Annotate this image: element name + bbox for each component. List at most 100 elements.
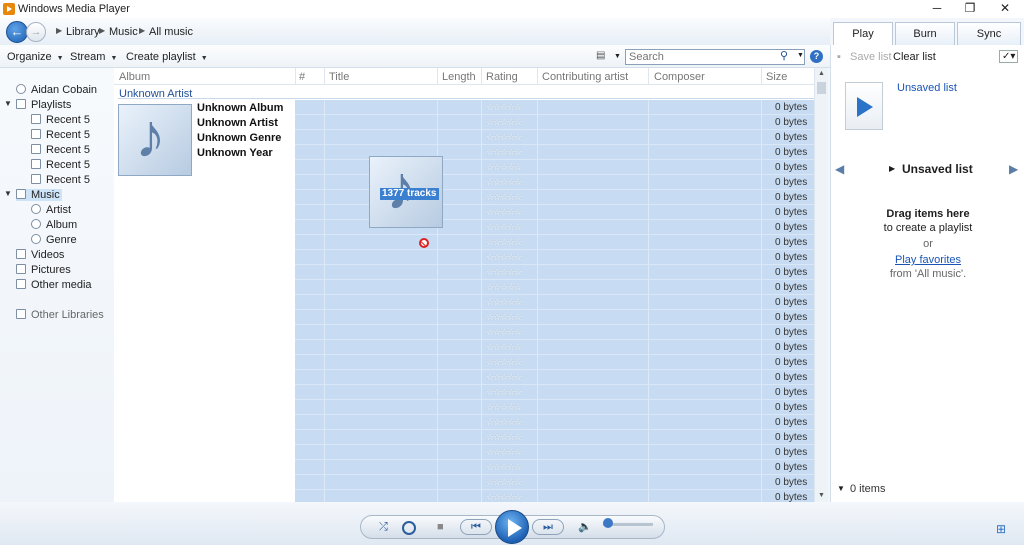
rating-stars[interactable]: ☆☆☆☆☆ bbox=[486, 432, 522, 443]
column-size[interactable]: Size bbox=[766, 71, 787, 83]
forward-button[interactable]: → bbox=[26, 22, 46, 42]
rating-stars[interactable]: ☆☆☆☆☆ bbox=[486, 327, 522, 338]
table-row[interactable]: ☆☆☆☆☆ 0 bytes bbox=[295, 280, 814, 295]
table-row[interactable]: ☆☆☆☆☆ 0 bytes bbox=[295, 475, 814, 490]
table-row[interactable]: ☆☆☆☆☆ 0 bytes bbox=[295, 370, 814, 385]
list-title[interactable]: Unsaved list bbox=[902, 162, 973, 176]
tab-play[interactable]: Play bbox=[833, 22, 893, 46]
rating-stars[interactable]: ☆☆☆☆☆ bbox=[486, 162, 522, 173]
view-options-icon[interactable]: ▤ bbox=[596, 50, 608, 62]
breadcrumb-library[interactable]: Library bbox=[66, 26, 100, 38]
breadcrumb-all-music[interactable]: All music bbox=[149, 26, 193, 38]
rating-stars[interactable]: ☆☆☆☆☆ bbox=[486, 492, 522, 502]
nav-artist[interactable]: Artist bbox=[31, 204, 71, 216]
organize-button[interactable]: Organize ▼ bbox=[7, 51, 64, 63]
clear-list-button[interactable]: Clear list bbox=[893, 51, 936, 63]
rating-stars[interactable]: ☆☆☆☆☆ bbox=[486, 132, 522, 143]
scroll-up-icon[interactable]: ▲ bbox=[818, 70, 825, 77]
table-row[interactable]: ☆☆☆☆☆ 0 bytes bbox=[295, 460, 814, 475]
rating-stars[interactable]: ☆☆☆☆☆ bbox=[486, 282, 522, 293]
table-row[interactable]: ☆☆☆☆☆ 0 bytes bbox=[295, 430, 814, 445]
nav-playlist-recent[interactable]: Recent 5 bbox=[31, 144, 90, 156]
table-row[interactable]: ☆☆☆☆☆ 0 bytes bbox=[295, 310, 814, 325]
unsaved-list-link[interactable]: Unsaved list bbox=[897, 82, 957, 94]
minimize-button[interactable]: ─ bbox=[920, 0, 954, 18]
arrow-right-icon[interactable]: ▶ bbox=[1009, 162, 1018, 176]
list-options-icon[interactable]: ✓▾ bbox=[999, 50, 1019, 63]
arrow-left-icon[interactable]: ◀ bbox=[835, 162, 844, 176]
rating-stars[interactable]: ☆☆☆☆☆ bbox=[486, 402, 522, 413]
column-divider[interactable] bbox=[481, 68, 482, 85]
rating-stars[interactable]: ☆☆☆☆☆ bbox=[486, 372, 522, 383]
rating-stars[interactable]: ☆☆☆☆☆ bbox=[486, 207, 522, 218]
rating-stars[interactable]: ☆☆☆☆☆ bbox=[486, 222, 522, 233]
rating-stars[interactable]: ☆☆☆☆☆ bbox=[486, 147, 522, 158]
nav-album[interactable]: Album bbox=[31, 219, 77, 231]
nav-other-media[interactable]: Other media bbox=[16, 279, 92, 291]
table-row[interactable]: ☆☆☆☆☆ 0 bytes bbox=[295, 340, 814, 355]
play-button[interactable] bbox=[495, 510, 529, 544]
column-divider[interactable] bbox=[437, 68, 438, 85]
column-length[interactable]: Length bbox=[442, 71, 476, 83]
rating-stars[interactable]: ☆☆☆☆☆ bbox=[486, 237, 522, 248]
rating-stars[interactable]: ☆☆☆☆☆ bbox=[486, 357, 522, 368]
table-row[interactable]: ☆☆☆☆☆ 0 bytes bbox=[295, 400, 814, 415]
column-title[interactable]: Title bbox=[329, 71, 349, 83]
rating-stars[interactable]: ☆☆☆☆☆ bbox=[486, 252, 522, 263]
nav-genre[interactable]: Genre bbox=[31, 234, 77, 246]
repeat-icon[interactable] bbox=[402, 521, 416, 535]
nav-playlist-recent[interactable]: Recent 5 bbox=[31, 129, 90, 141]
scroll-thumb[interactable] bbox=[817, 82, 826, 94]
column-divider[interactable] bbox=[537, 68, 538, 85]
chevron-down-icon[interactable]: ▼ bbox=[4, 99, 12, 108]
play-favorites-link[interactable]: Play favorites bbox=[831, 254, 1024, 266]
rating-stars[interactable]: ☆☆☆☆☆ bbox=[486, 342, 522, 353]
rating-stars[interactable]: ☆☆☆☆☆ bbox=[486, 102, 522, 113]
rating-stars[interactable]: ☆☆☆☆☆ bbox=[486, 417, 522, 428]
column-divider[interactable] bbox=[295, 68, 296, 85]
vertical-scrollbar[interactable]: ▲ ▼ bbox=[814, 68, 828, 502]
table-row[interactable]: ☆☆☆☆☆ 0 bytes bbox=[295, 265, 814, 280]
nav-user[interactable]: Aidan Cobain bbox=[16, 84, 97, 96]
nav-music[interactable]: ▼ Music bbox=[4, 189, 62, 201]
rating-stars[interactable]: ☆☆☆☆☆ bbox=[486, 117, 522, 128]
next-icon[interactable]: ⏭ bbox=[532, 519, 564, 535]
stream-button[interactable]: Stream ▼ bbox=[70, 51, 117, 63]
table-row[interactable]: ☆☆☆☆☆ 0 bytes bbox=[295, 115, 814, 130]
nav-playlists[interactable]: ▼ Playlists bbox=[4, 99, 71, 111]
column-number[interactable]: # bbox=[299, 71, 305, 83]
breadcrumb-music[interactable]: Music bbox=[109, 26, 138, 38]
nav-pictures[interactable]: Pictures bbox=[16, 264, 71, 276]
create-playlist-button[interactable]: Create playlist ▼ bbox=[126, 51, 208, 63]
tab-sync[interactable]: Sync bbox=[957, 22, 1021, 45]
chevron-down-icon[interactable]: ▼ bbox=[837, 484, 845, 493]
table-row[interactable]: ☆☆☆☆☆ 0 bytes bbox=[295, 100, 814, 115]
rating-stars[interactable]: ☆☆☆☆☆ bbox=[486, 387, 522, 398]
rating-stars[interactable]: ☆☆☆☆☆ bbox=[486, 267, 522, 278]
chevron-down-icon[interactable]: ▼ bbox=[797, 52, 804, 59]
rating-stars[interactable]: ☆☆☆☆☆ bbox=[486, 447, 522, 458]
back-button[interactable]: ← bbox=[6, 21, 28, 43]
column-divider[interactable] bbox=[761, 68, 762, 85]
volume-slider-handle[interactable] bbox=[603, 518, 613, 528]
switch-to-now-playing-icon[interactable]: ⊞ bbox=[996, 522, 1006, 536]
rating-stars[interactable]: ☆☆☆☆☆ bbox=[486, 462, 522, 473]
nav-playlist-recent[interactable]: Recent 5 bbox=[31, 174, 90, 186]
column-album[interactable]: Album bbox=[119, 71, 150, 83]
table-row[interactable]: ☆☆☆☆☆ 0 bytes bbox=[295, 325, 814, 340]
table-row[interactable]: ☆☆☆☆☆ 0 bytes bbox=[295, 235, 814, 250]
nav-other-libraries[interactable]: Other Libraries bbox=[16, 309, 104, 321]
chevron-down-icon[interactable]: ▼ bbox=[614, 53, 621, 60]
save-list-button[interactable]: Save list bbox=[850, 51, 892, 63]
restore-button[interactable]: ❐ bbox=[953, 0, 987, 18]
tab-burn[interactable]: Burn bbox=[895, 22, 955, 45]
column-composer[interactable]: Composer bbox=[654, 71, 705, 83]
rating-stars[interactable]: ☆☆☆☆☆ bbox=[486, 477, 522, 488]
table-row[interactable]: ☆☆☆☆☆ 0 bytes bbox=[295, 295, 814, 310]
nav-playlist-recent[interactable]: Recent 5 bbox=[31, 114, 90, 126]
help-icon[interactable]: ? bbox=[810, 50, 823, 63]
rating-stars[interactable]: ☆☆☆☆☆ bbox=[486, 297, 522, 308]
rating-stars[interactable]: ☆☆☆☆☆ bbox=[486, 177, 522, 188]
column-rating[interactable]: Rating bbox=[486, 71, 518, 83]
previous-icon[interactable]: ⏮ bbox=[460, 519, 492, 535]
